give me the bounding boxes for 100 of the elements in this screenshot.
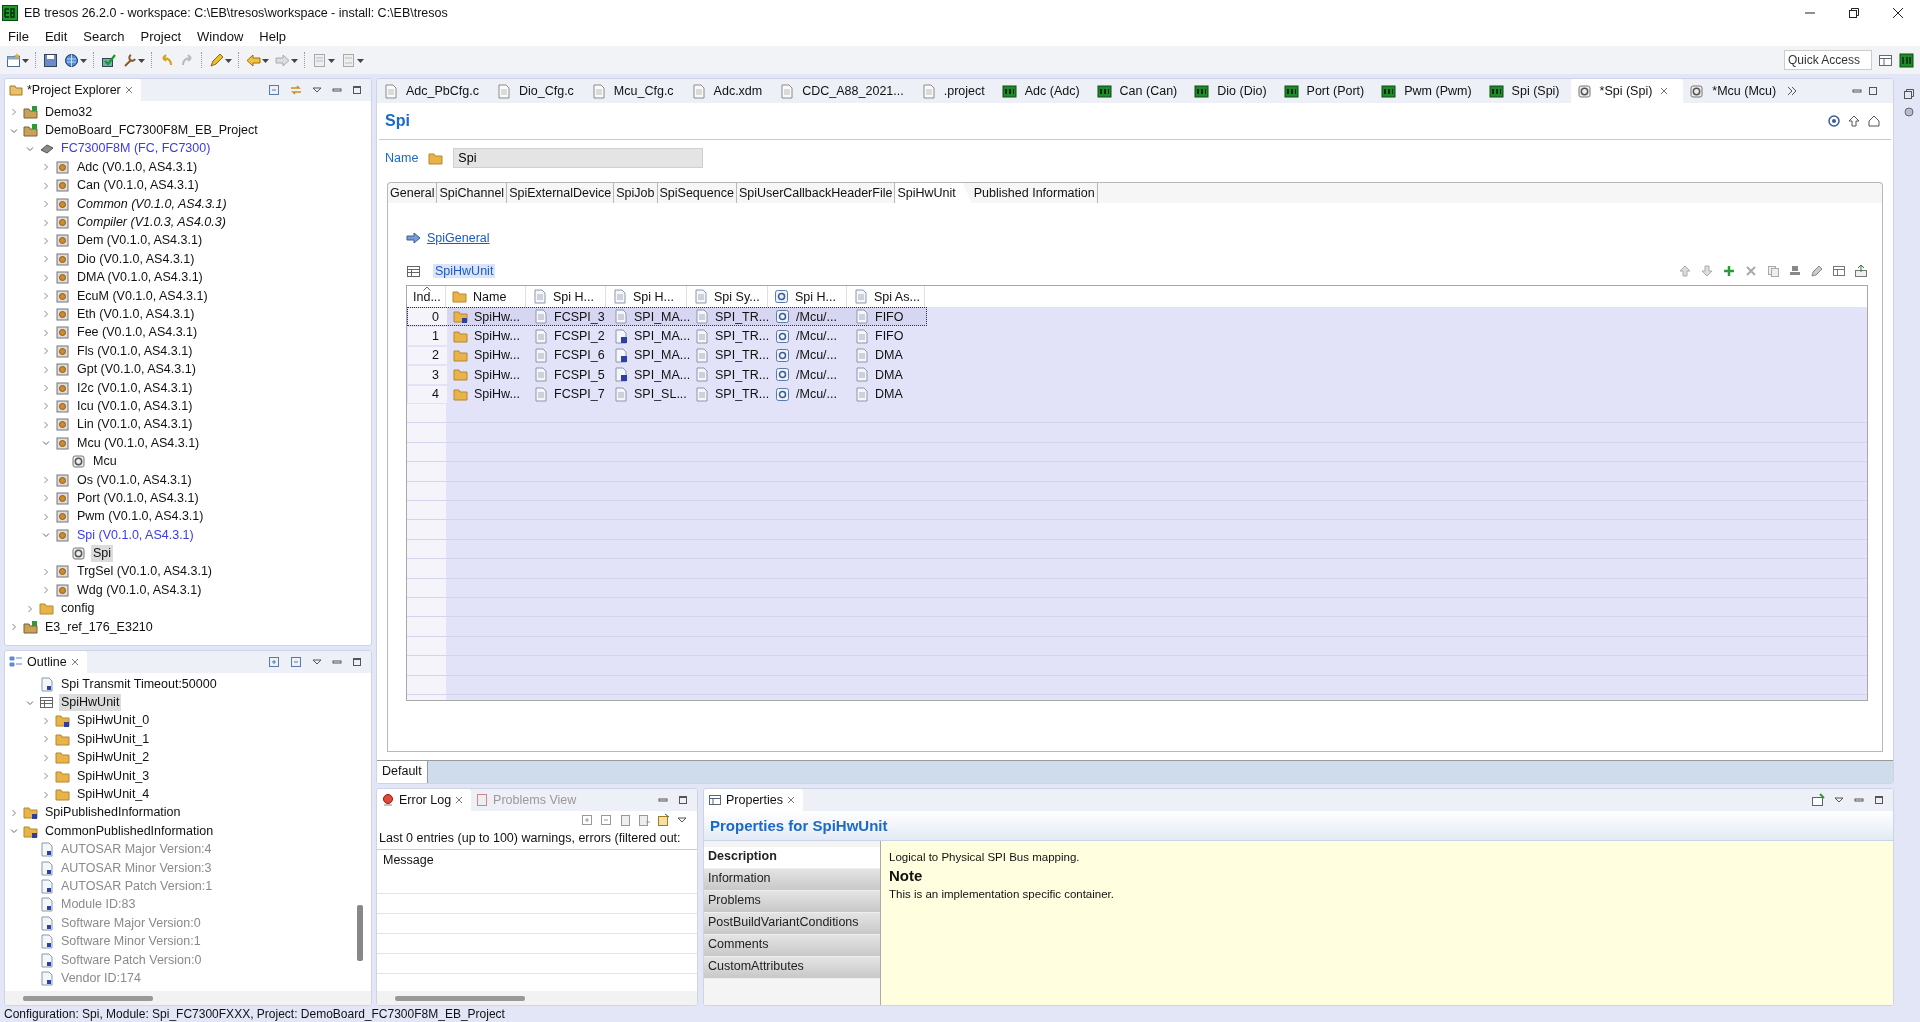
menu-item[interactable]: Window [197, 28, 244, 44]
scrollbar[interactable] [395, 995, 525, 1001]
sheet-tab[interactable]: Default [377, 761, 428, 783]
tree-item[interactable]: Port (V0.1.0, AS4.3.1) [75, 489, 201, 507]
delete-icon[interactable] [1744, 264, 1758, 278]
section-tab[interactable]: Problems [704, 891, 880, 913]
tree-item[interactable]: Fee (V0.1.0, AS4.3.1) [75, 324, 200, 342]
wrench-icon[interactable] [122, 52, 137, 68]
tree-item[interactable]: Mcu [91, 453, 119, 471]
editor-tab[interactable]: .project [914, 79, 996, 103]
maximize-icon[interactable] [351, 656, 363, 668]
add-icon[interactable] [1722, 264, 1736, 278]
save-icon[interactable] [43, 52, 58, 68]
tree-item[interactable]: Os (V0.1.0, AS4.3.1) [75, 471, 194, 489]
tree-item[interactable]: Mcu (V0.1.0, AS4.3.1) [75, 434, 202, 452]
menu-item[interactable]: Help [259, 28, 287, 44]
copy-icon[interactable] [1766, 264, 1780, 278]
tree-item[interactable]: TrgSel (V0.1.0, AS4.3.1) [75, 563, 215, 581]
tree-item[interactable]: FC7300F8M (FC, FC7300) [59, 140, 213, 158]
tree-item[interactable]: Eth (V0.1.0, AS4.3.1) [75, 306, 197, 323]
menu-item[interactable]: File [8, 28, 29, 44]
section-tab[interactable]: Description [704, 847, 880, 869]
tree-item[interactable]: Lin (V0.1.0, AS4.3.1) [75, 416, 195, 434]
restore-icon[interactable] [1848, 7, 1860, 19]
new-window-icon[interactable] [6, 52, 21, 68]
section-tab[interactable]: Information [704, 869, 880, 891]
section-tab[interactable]: Comments [704, 935, 880, 957]
tree-item[interactable]: Icu (V0.1.0, AS4.3.1) [75, 397, 195, 415]
tree-item[interactable]: config [59, 600, 97, 618]
import-icon[interactable] [637, 813, 651, 827]
page-tab[interactable]: SpiJob [614, 183, 658, 203]
page-tab[interactable]: Published Information [971, 183, 1098, 203]
section-tab[interactable]: PostBuildVariantConditions [704, 913, 880, 935]
pin-icon[interactable] [1811, 793, 1825, 807]
page-tab[interactable]: SpiSequence [657, 183, 737, 203]
maximize-icon[interactable] [1873, 794, 1885, 806]
arrow-down-icon[interactable] [1700, 264, 1714, 278]
page-tab[interactable]: General [388, 183, 438, 203]
editor-tab[interactable]: Spi (Spi) [1482, 79, 1571, 103]
scrollbar[interactable] [357, 905, 363, 961]
page-tab[interactable]: SpiUserCallbackHeaderFile [736, 183, 896, 203]
undo-icon[interactable] [159, 52, 174, 68]
check-icon[interactable] [101, 52, 116, 68]
expand-all-icon[interactable] [267, 655, 281, 669]
link[interactable]: SpiGeneral [427, 231, 490, 245]
pencil-icon[interactable] [209, 52, 224, 68]
perspective-icon[interactable] [1878, 52, 1893, 68]
redo-icon[interactable] [180, 52, 195, 68]
tree-item[interactable]: Demo32 [43, 103, 95, 121]
tree-item[interactable]: SpiHwUnit_0 [75, 712, 152, 730]
pencil-icon[interactable] [1810, 264, 1824, 278]
editor-tab[interactable]: Can (Can) [1090, 79, 1189, 103]
column-header[interactable]: Message [377, 850, 697, 874]
tree-item[interactable]: SpiHwUnit_4 [75, 786, 152, 804]
tree-item[interactable]: Wdg (V0.1.0, AS4.3.1) [75, 581, 204, 599]
link-icon[interactable] [289, 83, 303, 97]
export-icon[interactable] [1854, 264, 1868, 278]
editor-tab[interactable]: *Spi (Spi) [1570, 79, 1684, 103]
reference-icon[interactable] [1827, 114, 1841, 128]
table-row[interactable]: 0 SpiHw... FCSPI_3 SPI_MA... SPI_TR... /Mcu/... FIFO [407, 307, 927, 327]
tree-item[interactable]: Spi (V0.1.0, AS4.3.1) [75, 526, 196, 544]
name-field[interactable]: Spi [453, 148, 704, 168]
restore-icon[interactable] [1903, 88, 1915, 100]
editor-tab[interactable]: Adc (Adc) [995, 79, 1091, 103]
page-tab[interactable]: SpiExternalDevice [507, 183, 615, 203]
perspective-icon[interactable] [1899, 52, 1914, 68]
home-icon[interactable] [1867, 114, 1881, 128]
page-tab[interactable]: SpiChannel [437, 183, 508, 203]
collapse-all-icon[interactable] [289, 655, 303, 669]
expand-all-icon[interactable] [580, 813, 594, 827]
tree-item[interactable]: E3_ref_176_E3210 [43, 618, 155, 636]
close-icon[interactable] [1892, 7, 1904, 19]
maximize-icon[interactable] [351, 84, 363, 96]
tree-item[interactable]: Dio (V0.1.0, AS4.3.1) [75, 250, 197, 268]
tree-item[interactable]: Spi Transmit Timeout:50000 [59, 675, 219, 693]
tree-item[interactable]: SpiHwUnit_2 [75, 749, 152, 767]
editor-tab[interactable]: Pwm (Pwm) [1375, 79, 1483, 103]
section-tab[interactable]: CustomAttributes [704, 957, 880, 979]
scrollbar[interactable] [23, 995, 153, 1001]
tree-item[interactable]: EcuM (V0.1.0, AS4.3.1) [75, 287, 210, 305]
maximize-icon[interactable] [677, 794, 689, 806]
editor-tab[interactable]: CDC_A88_2021... [773, 79, 915, 103]
view-tab[interactable]: Error Log [377, 789, 472, 811]
tree-item[interactable]: Fls (V0.1.0, AS4.3.1) [75, 342, 195, 360]
stamp-icon[interactable] [1788, 264, 1802, 278]
view-tab[interactable]: Properties [704, 789, 803, 811]
table-icon[interactable] [1832, 264, 1846, 278]
tree-item[interactable]: DemoBoard_FC7300F8M_EB_Project [43, 122, 260, 140]
editor-tab[interactable]: Port (Port) [1277, 79, 1376, 103]
tree-item[interactable]: Dem (V0.1.0, AS4.3.1) [75, 232, 205, 250]
menu-item[interactable]: Project [140, 28, 182, 44]
tree-item[interactable]: SpiHwUnit_1 [75, 730, 152, 748]
globe-icon[interactable] [64, 52, 79, 68]
arrow-up-icon[interactable] [1847, 114, 1861, 128]
menu-item[interactable]: Edit [44, 28, 68, 44]
tree-item[interactable]: Pwm (V0.1.0, AS4.3.1) [75, 508, 206, 526]
page-tab[interactable]: SpiHwUnit [895, 183, 972, 203]
tree-item[interactable]: Can (V0.1.0, AS4.3.1) [75, 177, 201, 195]
tree-item[interactable]: SpiHwUnit [59, 694, 122, 712]
tree-item[interactable]: SpiHwUnit_3 [75, 767, 152, 785]
